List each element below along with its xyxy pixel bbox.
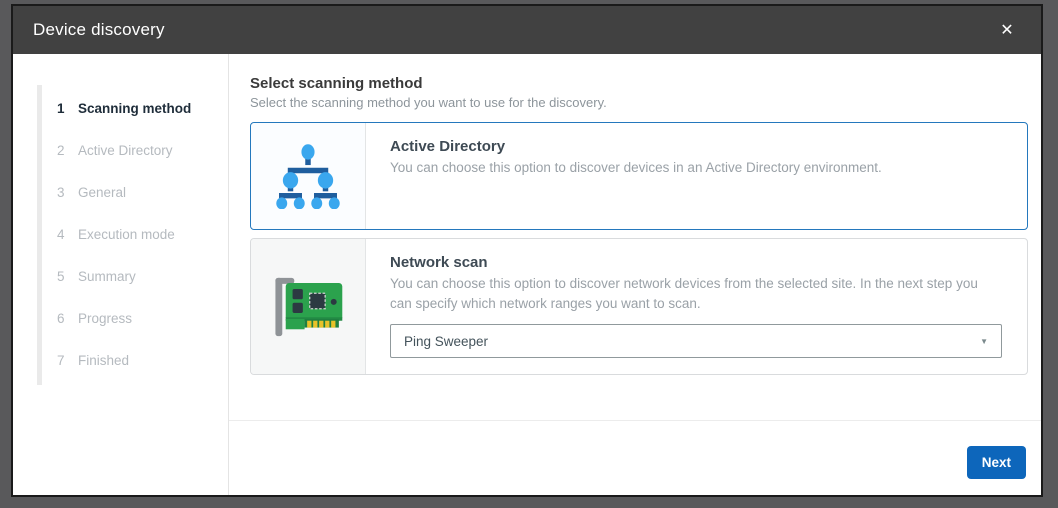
step-item-scanning-method[interactable]: 1 Scanning method — [13, 87, 228, 129]
step-number: 4 — [57, 227, 70, 242]
screen-background: Device discovery ✕ 1 Scanning method 2 A… — [0, 0, 1058, 508]
scanner-type-value: Ping Sweeper — [404, 334, 488, 349]
main-content: Select scanning method Select the scanni… — [229, 54, 1041, 495]
wizard-steps-sidebar: 1 Scanning method 2 Active Directory 3 G… — [13, 54, 229, 495]
scanner-type-dropdown[interactable]: Ping Sweeper ▼ — [390, 324, 1002, 358]
step-label: Progress — [78, 311, 132, 326]
step-item-finished[interactable]: 7 Finished — [13, 339, 228, 381]
step-number: 2 — [57, 143, 70, 158]
step-number: 7 — [57, 353, 70, 368]
step-number: 6 — [57, 311, 70, 326]
dialog-footer: Next — [229, 420, 1041, 495]
network-scan-icon-cell — [251, 239, 366, 374]
step-item-summary[interactable]: 5 Summary — [13, 255, 228, 297]
step-item-active-directory[interactable]: 2 Active Directory — [13, 129, 228, 171]
option-title: Active Directory — [390, 138, 1003, 155]
network-card-icon — [264, 271, 352, 343]
active-directory-tree-icon — [273, 143, 343, 209]
step-item-general[interactable]: 3 General — [13, 171, 228, 213]
option-title: Network scan — [390, 254, 1003, 271]
step-label: Finished — [78, 353, 129, 368]
dialog-title: Device discovery — [33, 20, 165, 40]
option-card-active-directory[interactable]: Active Directory You can choose this opt… — [250, 122, 1028, 230]
step-item-execution-mode[interactable]: 4 Execution mode — [13, 213, 228, 255]
step-number: 5 — [57, 269, 70, 284]
option-description: You can choose this option to discover d… — [390, 158, 995, 178]
step-label: Execution mode — [78, 227, 175, 242]
option-description: You can choose this option to discover n… — [390, 274, 995, 313]
active-directory-icon-cell — [251, 123, 366, 229]
step-number: 1 — [57, 101, 70, 116]
section-title: Select scanning method — [250, 75, 423, 92]
close-icon: ✕ — [1000, 20, 1013, 40]
dialog-header: Device discovery ✕ — [13, 6, 1041, 54]
option-card-text: Network scan You can choose this option … — [366, 239, 1027, 374]
chevron-down-icon: ▼ — [980, 337, 988, 346]
step-label: Summary — [78, 269, 136, 284]
step-list: 1 Scanning method 2 Active Directory 3 G… — [13, 87, 228, 381]
dialog-body: 1 Scanning method 2 Active Directory 3 G… — [13, 54, 1041, 495]
section-subtitle: Select the scanning method you want to u… — [250, 95, 607, 110]
step-label: General — [78, 185, 126, 200]
step-label: Active Directory — [78, 143, 173, 158]
device-discovery-dialog: Device discovery ✕ 1 Scanning method 2 A… — [11, 4, 1043, 497]
close-button[interactable]: ✕ — [993, 16, 1021, 44]
option-card-text: Active Directory You can choose this opt… — [366, 123, 1027, 229]
step-label: Scanning method — [78, 101, 191, 116]
step-item-progress[interactable]: 6 Progress — [13, 297, 228, 339]
next-button[interactable]: Next — [967, 446, 1026, 479]
option-card-network-scan[interactable]: Network scan You can choose this option … — [250, 238, 1028, 375]
step-number: 3 — [57, 185, 70, 200]
